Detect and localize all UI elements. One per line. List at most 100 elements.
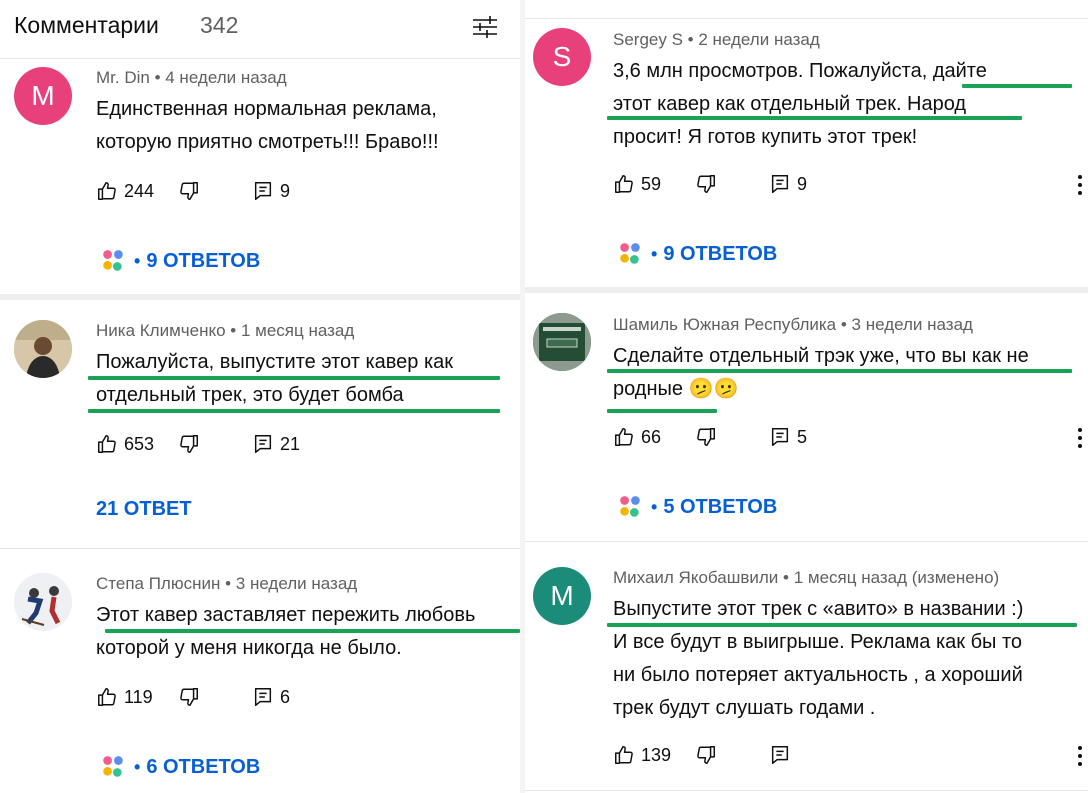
thumbs-down-icon: [695, 744, 717, 766]
user-photo-icon: [14, 320, 72, 378]
like-button[interactable]: 119: [96, 683, 153, 711]
comment-line: Единственная нормальная реклама,: [96, 98, 437, 120]
divider: [0, 548, 525, 549]
highlight-underline: [607, 623, 1077, 627]
comment-time[interactable]: 1 месяц назад (изменено): [794, 568, 999, 587]
highlight-underline: [88, 376, 500, 380]
like-button[interactable]: 139: [613, 741, 671, 769]
comment-line: отдельный трек, это будет бомба: [96, 384, 404, 406]
replies-label: 6 ОТВЕТОВ: [146, 755, 261, 778]
view-replies-button[interactable]: 21 ОТВЕТ: [96, 494, 192, 524]
divider: [0, 294, 525, 300]
comment-text: Сделайте отдельный трэк уже, что вы как …: [613, 340, 1029, 406]
comment-author[interactable]: Михаил Якобашвили: [613, 568, 778, 587]
comment-author[interactable]: Sergey S: [613, 30, 683, 49]
dislike-button[interactable]: [178, 683, 200, 711]
comment-meta: Степа Плюснин • 3 недели назад: [96, 574, 358, 593]
sort-icon[interactable]: [470, 12, 500, 42]
comment-meta: Шамиль Южная Республика • 3 недели назад: [613, 315, 973, 334]
reply-button[interactable]: 6: [252, 683, 290, 711]
comments-title: Комментарии: [14, 12, 159, 38]
avatar[interactable]: M: [533, 567, 591, 625]
reply-count: 9: [280, 180, 291, 201]
like-button[interactable]: 653: [96, 430, 154, 458]
more-options-icon[interactable]: [1076, 745, 1084, 767]
comment-actions: 244 9: [96, 177, 496, 205]
dislike-button[interactable]: [695, 423, 717, 451]
book-cover-icon: [533, 313, 591, 371]
highlight-underline: [607, 409, 717, 413]
divider: [525, 790, 1088, 791]
comment-actions: 653 21: [96, 430, 496, 458]
like-button[interactable]: 66: [613, 423, 661, 451]
comment-time[interactable]: 2 недели назад: [698, 30, 819, 49]
like-count: 653: [124, 433, 155, 454]
thumbs-down-icon: [178, 433, 200, 455]
comment-time[interactable]: 3 недели назад: [236, 574, 357, 593]
thumbs-up-icon: [613, 426, 635, 448]
reply-button[interactable]: 9: [252, 177, 290, 205]
dislike-button[interactable]: [695, 170, 717, 198]
reply-button[interactable]: [769, 741, 791, 769]
dislike-button[interactable]: [178, 430, 200, 458]
comments-panel-left: Комментарии 342 M Mr. Din • 4 недели наз…: [0, 0, 525, 793]
avatar[interactable]: [533, 313, 591, 371]
avatar[interactable]: [14, 573, 72, 631]
view-replies-button[interactable]: • 9 ОТВЕТОВ: [100, 246, 260, 276]
avatar-letter: M: [31, 80, 55, 111]
comment-author[interactable]: Ника Климченко: [96, 321, 226, 340]
thumbs-down-icon: [695, 173, 717, 195]
reply-avatars-icon: [617, 241, 643, 267]
view-replies-button[interactable]: • 6 ОТВЕТОВ: [100, 752, 260, 782]
like-count: 59: [641, 173, 662, 194]
thumbs-up-icon: [613, 744, 635, 766]
comment-line: которую приятно смотреть!!! Браво!!!: [96, 131, 439, 153]
thumbs-up-icon: [96, 686, 118, 708]
comment-line: Пожалуйста, выпустите этот кавер как: [96, 351, 454, 373]
like-button[interactable]: 59: [613, 170, 661, 198]
replies-label: 9 ОТВЕТОВ: [146, 249, 261, 272]
avatar[interactable]: [14, 320, 72, 378]
like-button[interactable]: 244: [96, 177, 154, 205]
reply-icon: [769, 426, 791, 448]
avatar[interactable]: S: [533, 28, 591, 86]
comment-author[interactable]: Шамиль Южная Республика: [613, 315, 836, 334]
highlight-underline: [105, 629, 520, 633]
replies-label: 9 ОТВЕТОВ: [663, 242, 778, 265]
comment-line: которой у меня никогда не было.: [96, 637, 402, 659]
dislike-button[interactable]: [178, 177, 200, 205]
comment-time[interactable]: 3 недели назад: [852, 315, 973, 334]
reply-button[interactable]: 9: [769, 170, 807, 198]
comment-time[interactable]: 1 месяц назад: [241, 321, 354, 340]
more-options-icon[interactable]: [1076, 427, 1084, 449]
dislike-button[interactable]: [695, 741, 717, 769]
comment-line: Выпустите этот трек с «авито» в названии…: [613, 598, 1024, 620]
reply-count: 9: [797, 173, 808, 194]
reply-avatars-icon: [100, 248, 126, 274]
comment-line: ни было потеряет актуальность , а хороши…: [613, 664, 1023, 686]
comment-author[interactable]: Степа Плюснин: [96, 574, 220, 593]
like-count: 244: [124, 180, 155, 201]
reply-button[interactable]: 5: [769, 423, 807, 451]
comment-line: родные 🫤🫤: [613, 378, 739, 400]
reply-avatars-icon: [100, 754, 126, 780]
comments-count: 342: [200, 12, 239, 38]
view-replies-button[interactable]: • 9 ОТВЕТОВ: [617, 239, 777, 269]
comment-actions: 119 6: [96, 683, 496, 711]
highlight-underline: [607, 116, 1022, 120]
avatar[interactable]: M: [14, 67, 72, 125]
comment-time[interactable]: 4 недели назад: [165, 68, 286, 87]
divider: [525, 287, 1088, 293]
comments-header: Комментарии 342: [0, 0, 525, 59]
like-count: 119: [124, 686, 153, 707]
avatar-letter: S: [552, 41, 572, 72]
thumbs-up-icon: [96, 180, 118, 202]
comment-author[interactable]: Mr. Din: [96, 68, 150, 87]
comment-line: Этот кавер заставляет пережить любовь: [96, 604, 476, 626]
view-replies-button[interactable]: • 5 ОТВЕТОВ: [617, 492, 777, 522]
more-options-icon[interactable]: [1076, 174, 1084, 196]
reply-button[interactable]: 21: [252, 430, 300, 458]
comment-text: Единственная нормальная реклама, которую…: [96, 93, 439, 159]
comment-actions: 59 9: [613, 170, 1013, 198]
thumbs-down-icon: [695, 426, 717, 448]
